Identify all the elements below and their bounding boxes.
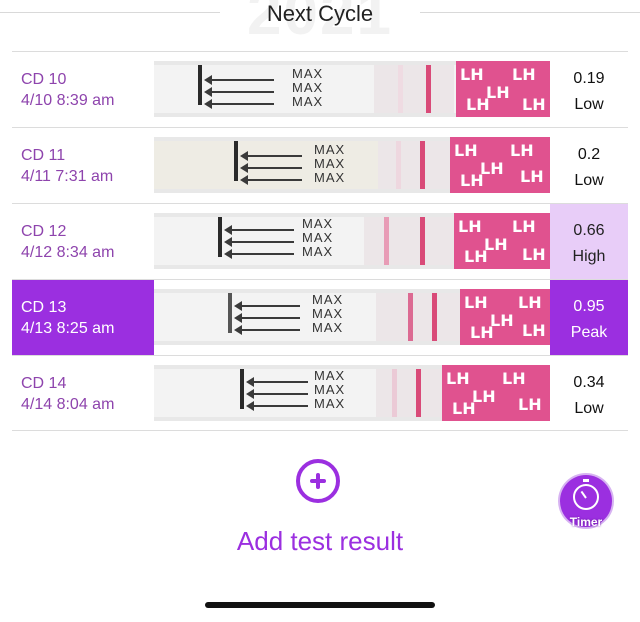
strip-mark: MAX bbox=[314, 156, 346, 171]
strip-mark: MAX bbox=[314, 170, 346, 185]
test-datetime: 4/11 7:31 am bbox=[21, 168, 114, 185]
test-strip-image[interactable]: MAX MAX MAX LH LH LH LH LH bbox=[154, 61, 550, 117]
strip-mark: MAX bbox=[292, 66, 324, 81]
home-indicator[interactable] bbox=[205, 602, 435, 608]
cycle-day: CD 12 bbox=[21, 223, 67, 240]
test-datetime: 4/12 8:34 am bbox=[21, 244, 115, 261]
test-result: 0.19 Low bbox=[550, 52, 628, 127]
cycle-day: CD 11 bbox=[21, 147, 66, 164]
lh-level: Peak bbox=[570, 324, 608, 341]
test-result: 0.2 Low bbox=[550, 128, 628, 203]
lh-value: 0.19 bbox=[573, 70, 605, 87]
strip-mark: MAX bbox=[302, 244, 334, 259]
lh-value: 0.95 bbox=[573, 298, 605, 315]
lh-value: 0.34 bbox=[573, 374, 605, 391]
lh-level: High bbox=[572, 248, 606, 265]
test-strip-image[interactable]: MAX MAX MAX LH LH LH LH LH bbox=[154, 137, 550, 193]
test-row[interactable]: CD 12 4/12 8:34 am MAX MAX MAX LH LH LH … bbox=[12, 203, 628, 279]
cycle-day: CD 10 bbox=[21, 71, 67, 88]
test-strip-image[interactable]: MAX MAX MAX LH LH LH LH LH bbox=[154, 365, 550, 421]
test-info: CD 14 4/14 8:04 am bbox=[12, 356, 154, 430]
strip-mark: MAX bbox=[312, 306, 344, 321]
test-datetime: 4/13 8:25 am bbox=[21, 320, 115, 337]
test-row[interactable]: CD 13 4/13 8:25 am MAX MAX MAX LH LH LH … bbox=[12, 279, 628, 355]
test-row[interactable]: CD 11 4/11 7:31 am MAX MAX MAX LH LH LH … bbox=[12, 127, 628, 203]
lh-level: Low bbox=[574, 172, 604, 189]
test-info: CD 13 4/13 8:25 am bbox=[12, 280, 154, 355]
header: 2021 Next Cycle bbox=[0, 0, 640, 48]
cycle-title[interactable]: Next Cycle bbox=[0, 1, 640, 27]
test-result: 0.66 High bbox=[550, 204, 628, 279]
test-info: CD 12 4/12 8:34 am bbox=[12, 204, 154, 279]
strip-mark: MAX bbox=[302, 216, 334, 231]
strip-mark: MAX bbox=[312, 320, 344, 335]
timer-label: Timer bbox=[569, 515, 603, 529]
test-datetime: 4/14 8:04 am bbox=[21, 396, 115, 413]
test-results-list: CD 10 4/10 8:39 am MAX MAX MAX LH LH LH … bbox=[12, 51, 628, 431]
strip-mark: MAX bbox=[314, 382, 346, 397]
strip-mark: MAX bbox=[292, 80, 324, 95]
cycle-day: CD 13 bbox=[21, 299, 67, 316]
lh-value: 0.66 bbox=[573, 222, 605, 239]
test-row[interactable]: CD 14 4/14 8:04 am MAX MAX MAX LH LH LH … bbox=[12, 355, 628, 431]
test-row[interactable]: CD 10 4/10 8:39 am MAX MAX MAX LH LH LH … bbox=[12, 51, 628, 127]
strip-mark: MAX bbox=[312, 292, 344, 307]
test-result: 0.95 Peak bbox=[550, 280, 628, 355]
test-info: CD 11 4/11 7:31 am bbox=[12, 128, 154, 203]
test-strip-image[interactable]: MAX MAX MAX LH LH LH LH LH bbox=[154, 213, 550, 269]
strip-mark: MAX bbox=[314, 368, 346, 383]
lh-level: Low bbox=[574, 96, 604, 113]
strip-mark: MAX bbox=[314, 396, 346, 411]
add-circle-icon[interactable] bbox=[296, 459, 340, 503]
stopwatch-icon bbox=[573, 484, 599, 510]
test-info: CD 10 4/10 8:39 am bbox=[12, 52, 154, 127]
timer-button[interactable]: Timer bbox=[560, 475, 612, 529]
add-test-result-button[interactable]: Add test result bbox=[0, 526, 640, 557]
test-datetime: 4/10 8:39 am bbox=[21, 92, 115, 109]
strip-mark: MAX bbox=[292, 94, 324, 109]
lh-level: Low bbox=[574, 400, 604, 417]
test-result: 0.34 Low bbox=[550, 356, 628, 430]
strip-mark: MAX bbox=[302, 230, 334, 245]
strip-mark: MAX bbox=[314, 142, 346, 157]
stopwatch-knob bbox=[583, 479, 589, 482]
lh-value: 0.2 bbox=[577, 146, 601, 163]
test-strip-image[interactable]: MAX MAX MAX LH LH LH LH LH bbox=[154, 289, 550, 345]
cycle-day: CD 14 bbox=[21, 375, 67, 392]
